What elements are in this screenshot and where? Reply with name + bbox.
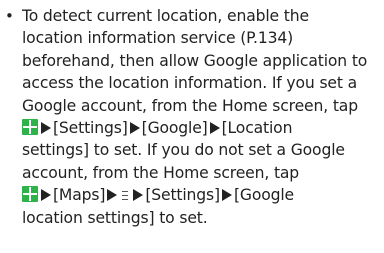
menu-icon: [122, 191, 129, 201]
settings-label: [Settings]: [145, 186, 220, 205]
maps-label: [Maps]: [53, 186, 106, 205]
note-line-3: beforehand, then allow Google applicatio…: [22, 51, 368, 70]
arrow-icon: [41, 189, 51, 202]
google-label: [Google: [233, 186, 294, 205]
note-line-8: account, from the Home screen, tap: [22, 163, 300, 182]
note-line-9: [Maps] [Settings] [Google: [22, 184, 380, 206]
note-line-5: Google account, from the Home screen, ta…: [22, 96, 358, 115]
note-line-10: location settings] to set.: [22, 208, 208, 227]
arrow-icon: [133, 189, 144, 202]
arrow-icon: [107, 189, 118, 202]
note-line-4: access the location information. If you …: [22, 74, 358, 93]
apps-icon: [22, 119, 38, 136]
note-item: • To detect current location, enable the…: [0, 0, 384, 229]
note-text: To detect current location, enable the l…: [22, 5, 380, 229]
arrow-icon: [41, 122, 51, 135]
note-line-7: settings] to set. If you do not set a Go…: [22, 141, 345, 160]
google-label: [Google]: [141, 119, 208, 138]
note-line-6: [Settings] [Google] [Location: [22, 117, 380, 139]
arrow-icon: [209, 122, 220, 135]
arrow-icon: [221, 189, 232, 202]
location-label: [Location: [221, 119, 293, 138]
bullet-marker: •: [5, 7, 14, 25]
arrow-icon: [129, 122, 140, 135]
note-line-2: location information service (P.134): [22, 29, 294, 48]
apps-icon: [22, 186, 38, 203]
note-line-1: To detect current location, enable the: [22, 7, 309, 25]
settings-label: [Settings]: [53, 119, 128, 138]
